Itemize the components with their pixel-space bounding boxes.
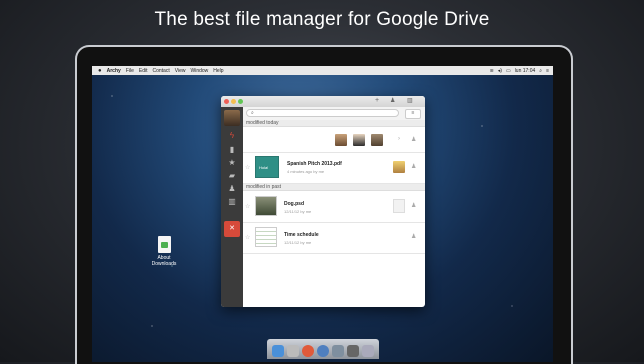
list-view-button[interactable]: ≡ xyxy=(405,109,421,119)
trash-dock-icon[interactable] xyxy=(362,345,374,357)
person-avatar xyxy=(353,134,365,146)
desktop-file[interactable]: About Downloads xyxy=(144,236,184,267)
battery-icon[interactable]: ▭ xyxy=(506,68,511,74)
user-avatar[interactable] xyxy=(224,110,240,126)
trash-icon[interactable]: ▥ xyxy=(227,198,237,206)
owner-avatar xyxy=(393,161,405,173)
file-meta: 12/11/12 by me xyxy=(284,240,312,245)
section-today: modified today xyxy=(243,120,425,127)
spotlight-icon[interactable]: ⌕ xyxy=(539,68,542,74)
mail-icon[interactable] xyxy=(332,345,344,357)
person-avatar xyxy=(371,134,383,146)
file-row[interactable]: ☆ Dog.psd 12/11/12 by me ♟ xyxy=(243,192,425,223)
title-bar: + ♟ ▥ xyxy=(221,96,425,107)
file-meta: 4 minutes ago by me xyxy=(287,169,325,174)
section-past: modified in past xyxy=(243,184,425,191)
menu-edit[interactable]: Edit xyxy=(139,68,148,74)
safari-icon[interactable] xyxy=(317,345,329,357)
finder-icon[interactable] xyxy=(272,345,284,357)
photos-icon[interactable] xyxy=(347,345,359,357)
share-icon[interactable]: ♟ xyxy=(411,202,416,209)
close-icon[interactable] xyxy=(224,99,229,104)
share-icon[interactable]: ♟ xyxy=(411,136,416,143)
shared-people-row[interactable]: › ♟ xyxy=(243,128,425,153)
activity-icon[interactable]: ϟ xyxy=(227,132,237,140)
headline: The best file manager for Google Drive xyxy=(154,9,490,30)
file-name: Spanish Pitch 2013.pdf xyxy=(287,161,342,167)
document-icon xyxy=(157,236,171,253)
minimize-icon[interactable] xyxy=(231,99,236,104)
file-thumbnail xyxy=(255,227,277,247)
sidebar: ϟ ▮ ★ ▰ ♟ ▥ ✕ xyxy=(221,107,243,307)
file-row[interactable]: ☆ Time schedule 12/11/12 by me ♟ xyxy=(243,223,425,254)
share-icon[interactable]: ♟ xyxy=(411,233,416,240)
app-icon[interactable] xyxy=(302,345,314,357)
search-input[interactable]: ⌕ xyxy=(246,109,399,117)
status-area: ≋ ◂) ▭ lun 17:04 ⌕ ≡ xyxy=(486,68,553,74)
clock[interactable]: lun 17:04 xyxy=(515,68,536,74)
person-avatar xyxy=(335,134,347,146)
add-icon[interactable]: + xyxy=(375,97,379,104)
star-icon[interactable]: ☆ xyxy=(245,234,250,241)
document-icon[interactable]: ▮ xyxy=(227,146,237,154)
star-icon[interactable]: ☆ xyxy=(245,164,250,171)
share-icon[interactable]: ♟ xyxy=(411,163,416,170)
app-badge-icon[interactable]: ✕ xyxy=(224,221,240,237)
file-row[interactable]: ☆ Hola! Spanish Pitch 2013.pdf 4 minutes… xyxy=(243,153,425,184)
dock xyxy=(267,339,379,359)
star-icon[interactable]: ☆ xyxy=(245,203,250,210)
trash-icon[interactable]: ▥ xyxy=(407,97,413,104)
archy-window: + ♟ ▥ ϟ ▮ ★ ▰ ♟ ▥ ✕ ⌕ ≡ modified today ›… xyxy=(221,96,425,307)
menu-window[interactable]: Window xyxy=(190,68,208,74)
notification-icon[interactable]: ≡ xyxy=(546,68,549,74)
star-icon[interactable]: ★ xyxy=(227,159,237,167)
owner-avatar-placeholder xyxy=(393,199,405,213)
file-name: Dog.psd xyxy=(284,201,304,207)
menu-help[interactable]: Help xyxy=(213,68,223,74)
search-row: ⌕ ≡ xyxy=(243,107,425,121)
apple-menu-icon[interactable]: ● xyxy=(98,68,102,74)
launchpad-icon[interactable] xyxy=(287,345,299,357)
menu-view[interactable]: View xyxy=(175,68,186,74)
wifi-icon[interactable]: ≋ xyxy=(490,68,494,74)
zoom-icon[interactable] xyxy=(238,99,243,104)
file-meta: 12/11/12 by me xyxy=(284,209,312,214)
volume-icon[interactable]: ◂) xyxy=(498,68,502,74)
thumbnail-text: Hola! xyxy=(259,165,269,170)
file-name: Time schedule xyxy=(284,232,319,238)
menu-bar: ● Archy File Edit Contact View Window He… xyxy=(92,66,553,75)
menu-app-name[interactable]: Archy xyxy=(107,68,121,74)
file-thumbnail: Hola! xyxy=(255,156,279,178)
desktop-screen: ● Archy File Edit Contact View Window He… xyxy=(92,66,553,362)
desktop-file-label-2: Downloads xyxy=(151,261,177,267)
chevron-right-icon[interactable]: › xyxy=(398,136,400,142)
file-thumbnail xyxy=(255,196,277,216)
menu-contact[interactable]: Contact xyxy=(153,68,170,74)
menu-file[interactable]: File xyxy=(126,68,134,74)
folder-icon[interactable]: ▰ xyxy=(227,172,237,180)
share-person-icon[interactable]: ♟ xyxy=(390,97,395,104)
contacts-icon[interactable]: ♟ xyxy=(227,185,237,193)
